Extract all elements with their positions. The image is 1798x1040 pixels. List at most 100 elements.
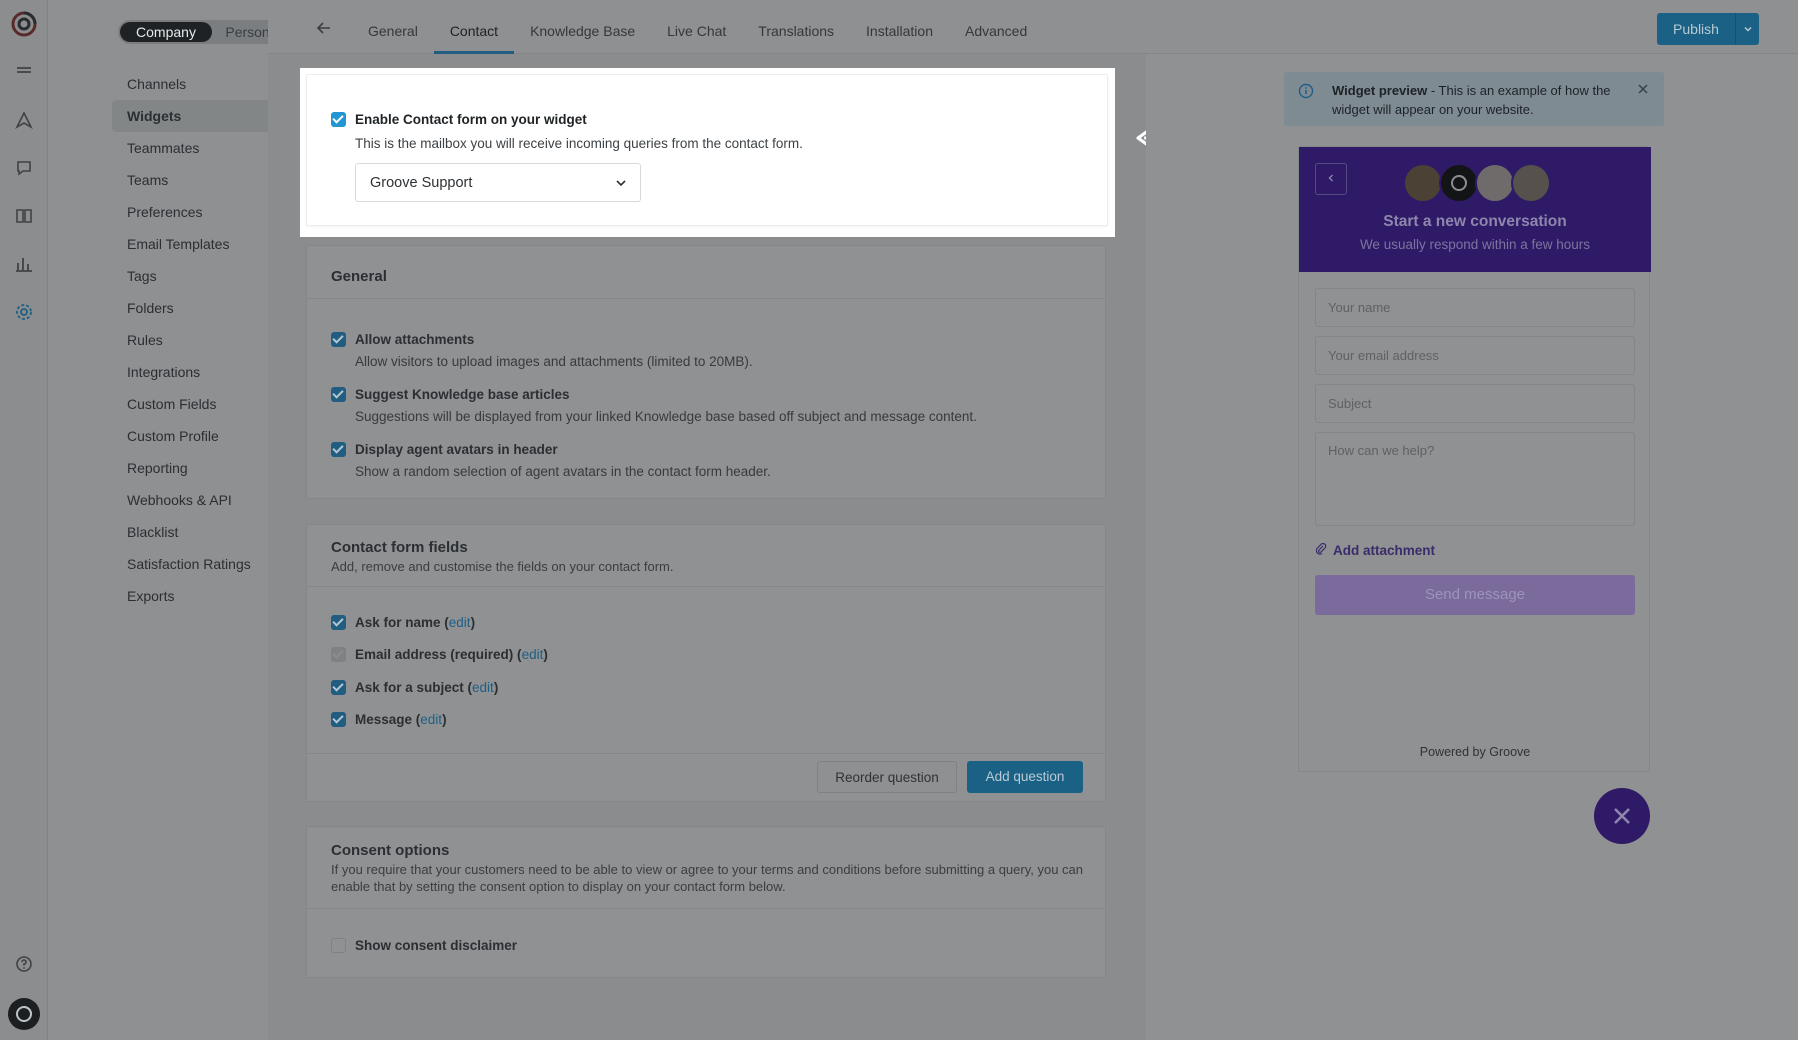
field-edit-link[interactable]: edit xyxy=(522,647,544,662)
option-description: Allow visitors to upload images and atta… xyxy=(355,354,753,369)
option-label: Display agent avatars in header xyxy=(355,442,558,457)
subject-placeholder: Subject xyxy=(1328,396,1372,411)
option-checkbox[interactable] xyxy=(331,387,346,402)
publish-button-group: Publish xyxy=(1657,13,1759,45)
back-arrow-icon[interactable] xyxy=(316,20,332,36)
enable-contact-card: Enable Contact form on your widget This … xyxy=(306,74,1108,226)
field-checkbox[interactable] xyxy=(331,615,346,630)
send-message-button[interactable]: Send message xyxy=(1315,575,1635,615)
user-avatar[interactable] xyxy=(8,998,40,1030)
enable-contact-description: This is the mailbox you will receive inc… xyxy=(355,136,803,151)
widget-title: Start a new conversation xyxy=(1383,213,1567,230)
widget-tabs: General Contact Knowledge Base Live Chat Tra… xyxy=(352,0,1043,54)
field-edit-link[interactable]: edit xyxy=(449,615,471,630)
field-checkbox xyxy=(331,647,346,662)
paperclip-icon xyxy=(1315,543,1327,555)
card-divider xyxy=(307,753,1105,754)
consent-card: Consent options If you require that your… xyxy=(306,826,1106,978)
field-checkbox[interactable] xyxy=(331,712,346,727)
field-label: Ask for name (edit) xyxy=(355,615,475,630)
help-icon[interactable] xyxy=(13,954,35,976)
field-label-close: ) xyxy=(442,712,447,727)
field-label-close: ) xyxy=(470,615,476,630)
close-icon xyxy=(1614,808,1630,824)
app-rail xyxy=(0,0,48,1040)
name-placeholder: Your name xyxy=(1328,300,1391,315)
reorder-question-button[interactable]: Reorder question xyxy=(817,761,957,793)
widget-close-button[interactable] xyxy=(1594,788,1650,844)
agent-avatar xyxy=(1511,163,1551,203)
widget-email-input[interactable]: Your email address xyxy=(1315,336,1635,375)
publish-button[interactable]: Publish xyxy=(1657,13,1735,45)
highlight-spotlight: Enable Contact form on your widget This … xyxy=(300,68,1115,237)
widget-name-input[interactable]: Your name xyxy=(1315,288,1635,327)
field-checkbox[interactable] xyxy=(331,680,346,695)
contact-widget-preview: Start a new conversation We usually resp… xyxy=(1298,146,1651,772)
field-label: Email address (required) (edit) xyxy=(355,647,548,662)
tab-knowledge-base[interactable]: Knowledge Base xyxy=(514,0,651,54)
tab-translations[interactable]: Translations xyxy=(742,0,850,54)
book-icon[interactable] xyxy=(13,206,35,228)
card-divider xyxy=(307,586,1105,587)
widget-back-button[interactable] xyxy=(1315,163,1347,195)
field-edit-link[interactable]: edit xyxy=(420,712,442,727)
add-attachment-label: Add attachment xyxy=(1333,543,1436,558)
widget-header: Start a new conversation We usually resp… xyxy=(1299,147,1651,272)
groove-logo-icon[interactable] xyxy=(10,10,38,38)
chevron-left-icon xyxy=(1328,174,1333,182)
widget-preview-notice: Widget preview - This is an example of h… xyxy=(1284,72,1664,126)
field-label: Ask for a subject (edit) xyxy=(355,680,498,695)
widget-subject-input[interactable]: Subject xyxy=(1315,384,1635,423)
widget-subtitle: We usually respond within a few hours xyxy=(1359,237,1591,252)
info-icon xyxy=(1298,83,1314,99)
tab-installation[interactable]: Installation xyxy=(850,0,949,54)
add-question-button[interactable]: Add question xyxy=(967,761,1083,793)
field-label-text: Ask for a subject ( xyxy=(355,680,473,695)
tab-live-chat[interactable]: Live Chat xyxy=(651,0,742,54)
agent-avatar xyxy=(1439,163,1479,203)
option-checkbox[interactable] xyxy=(331,332,346,347)
general-card: General Allow attachments Allow visitors … xyxy=(306,245,1106,499)
message-placeholder: How can we help? xyxy=(1328,443,1435,458)
close-icon[interactable] xyxy=(1636,82,1650,96)
add-attachment-link[interactable]: Add attachment xyxy=(1315,543,1435,558)
option-label: Allow attachments xyxy=(355,332,475,347)
widget-message-textarea[interactable]: How can we help? xyxy=(1315,432,1635,526)
settings-gear-icon[interactable] xyxy=(13,302,35,324)
field-label-close: ) xyxy=(493,680,499,695)
agent-avatar xyxy=(1475,163,1515,203)
consent-checkbox[interactable] xyxy=(331,938,346,953)
card-divider xyxy=(307,298,1105,299)
tab-general[interactable]: General xyxy=(352,0,434,54)
mailbox-select[interactable]: Groove Support xyxy=(355,163,641,202)
contact-fields-card: Contact form fields Add, remove and cust… xyxy=(306,524,1106,802)
option-label: Suggest Knowledge base articles xyxy=(355,387,570,402)
email-placeholder: Your email address xyxy=(1328,348,1439,363)
field-label: Message (edit) xyxy=(355,712,447,727)
field-edit-link[interactable]: edit xyxy=(472,680,494,695)
reports-chart-icon[interactable] xyxy=(13,254,35,276)
company-toggle-option[interactable]: Company xyxy=(120,22,212,42)
consent-option-label: Show consent disclaimer xyxy=(355,938,518,953)
contact-fields-title: Contact form fields xyxy=(331,539,468,556)
field-label-close: ) xyxy=(543,647,548,662)
enable-contact-label: Enable Contact form on your widget xyxy=(355,112,587,127)
consent-title: Consent options xyxy=(331,842,450,859)
field-label-text: Message ( xyxy=(355,712,421,727)
workspace-toggle: Company Personal xyxy=(118,20,292,44)
option-checkbox[interactable] xyxy=(331,442,346,457)
enable-contact-checkbox[interactable] xyxy=(331,112,346,127)
consent-description: If you require that your customers need … xyxy=(331,862,1084,894)
contact-fields-subtitle: Add, remove and customise the fields on … xyxy=(331,559,674,574)
option-description: Suggestions will be displayed from your … xyxy=(355,409,977,424)
tab-advanced[interactable]: Advanced xyxy=(949,0,1043,54)
field-label-text: Ask for name ( xyxy=(355,615,449,630)
menu-icon[interactable] xyxy=(13,60,35,82)
widget-preview-bold: Widget preview xyxy=(1332,83,1428,98)
chat-icon[interactable] xyxy=(13,158,35,180)
send-icon[interactable] xyxy=(13,110,35,132)
general-card-title: General xyxy=(331,268,387,285)
publish-dropdown-button[interactable] xyxy=(1736,13,1759,45)
tab-contact[interactable]: Contact xyxy=(433,0,515,54)
chevron-down-icon xyxy=(1743,26,1752,32)
